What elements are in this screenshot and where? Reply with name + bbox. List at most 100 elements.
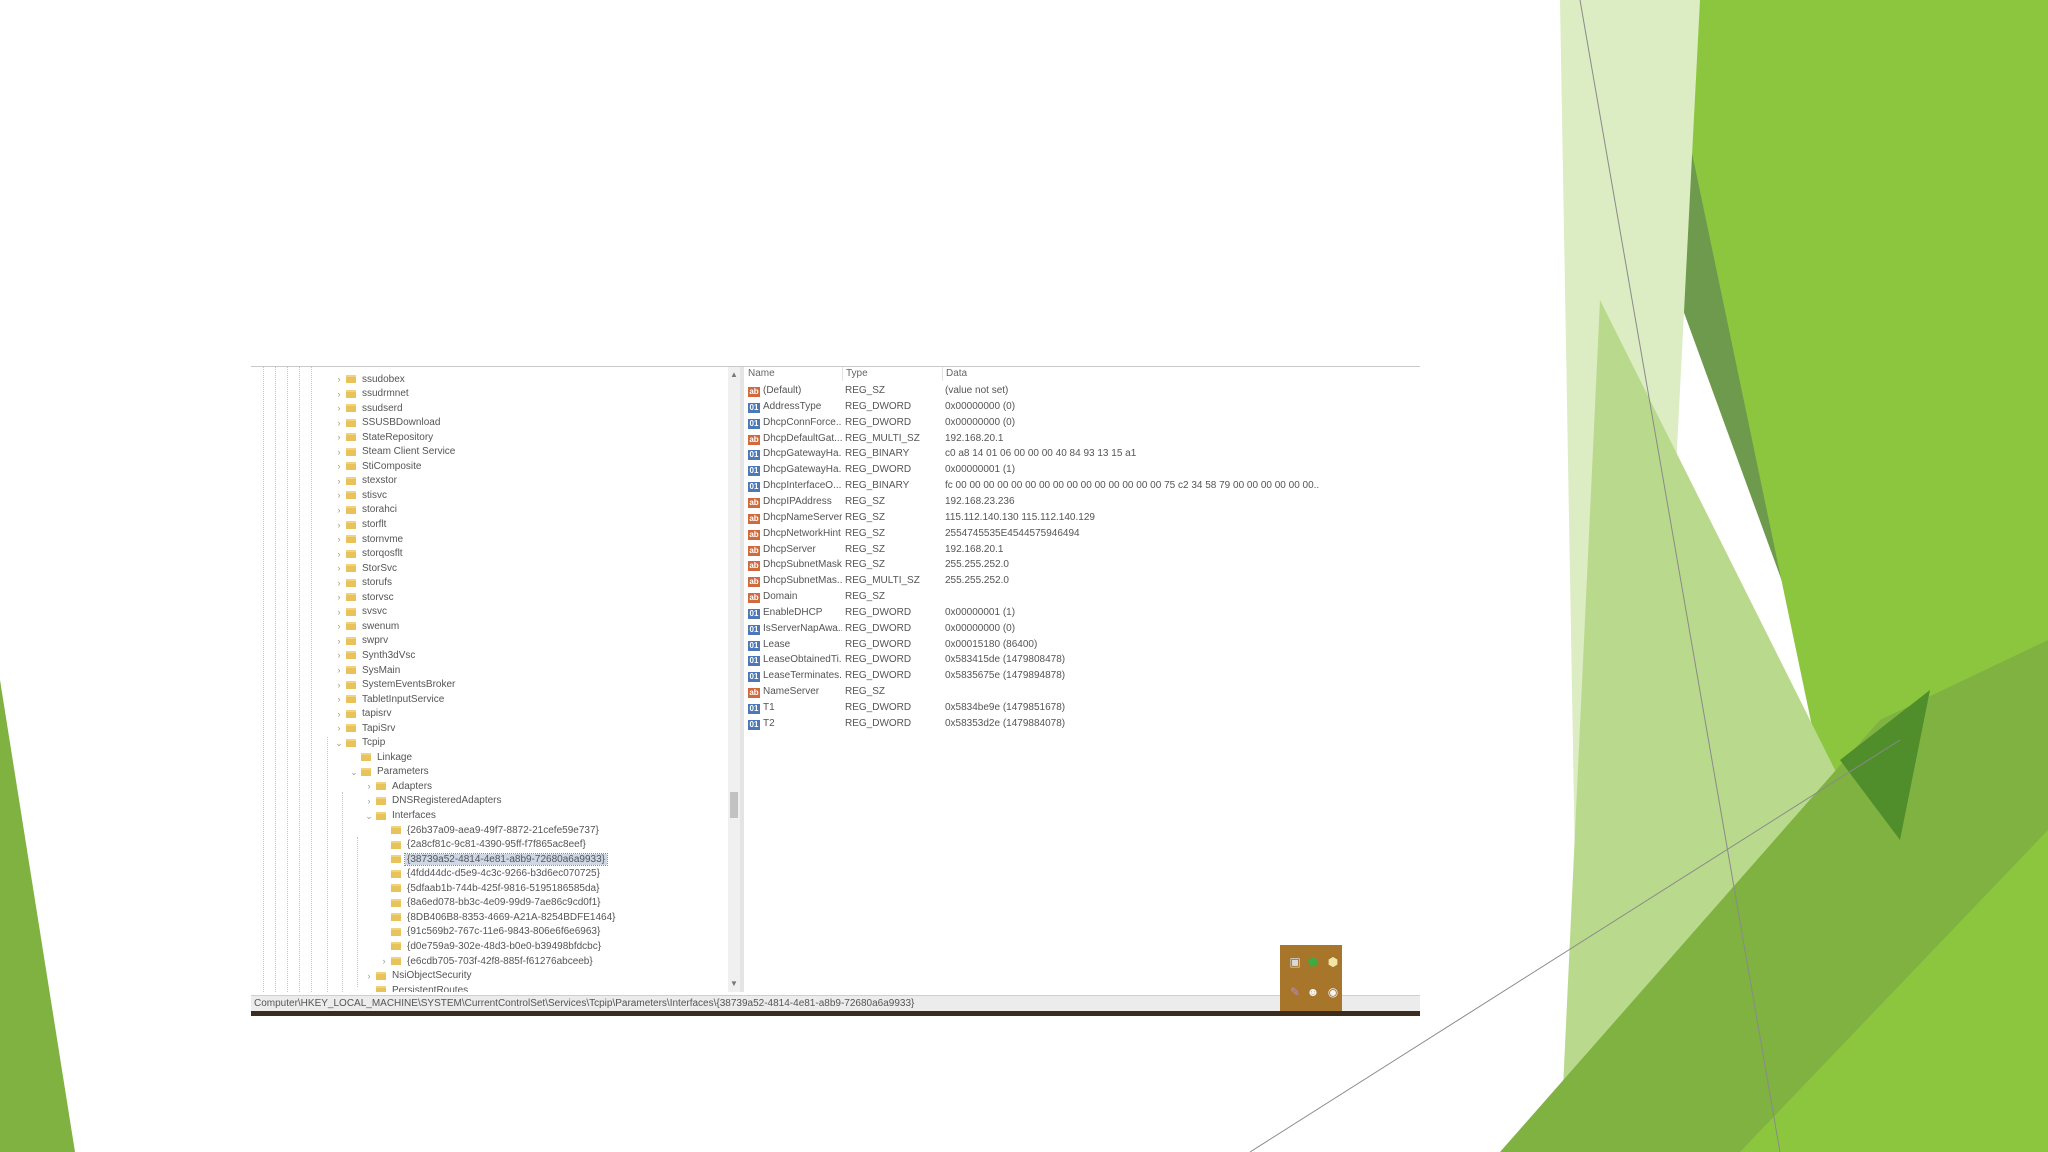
tree-item[interactable]: Linkage	[349, 750, 414, 764]
value-row[interactable]: 01 IsServerNapAwa... REG_DWORD 0x00000000 (…	[745, 621, 1420, 637]
tree-item[interactable]: › swenum	[334, 619, 401, 633]
scroll-down-arrow-icon[interactable]: ▼	[728, 978, 740, 990]
tree-item[interactable]: {2a8cf81c-9c81-4390-95ff-f7f865ac8eef}	[379, 838, 588, 852]
chevron-right-icon[interactable]: ›	[334, 518, 344, 532]
chevron-right-icon[interactable]: ›	[334, 503, 344, 517]
tree-item[interactable]: {8DB406B8-8353-4669-A21A-8254BDFE1464}	[379, 910, 618, 924]
value-row[interactable]: 01 LeaseTerminates... REG_DWORD 0x5835675e …	[745, 668, 1420, 684]
value-row[interactable]: ab DhcpServer REG_SZ 192.168.20.1	[745, 542, 1420, 558]
tree-scrollbar[interactable]: ▲ ▼	[728, 367, 740, 992]
chevron-right-icon[interactable]: ›	[334, 416, 344, 430]
value-row[interactable]: ab (Default) REG_SZ (value not set)	[745, 383, 1420, 399]
tree-item[interactable]: › {e6cdb705-703f-42f8-885f-f61276abceeb}	[379, 954, 595, 968]
chevron-down-icon[interactable]: ⌄	[349, 765, 359, 779]
value-row[interactable]: ab DhcpSubnetMask REG_SZ 255.255.252.0	[745, 557, 1420, 573]
chevron-right-icon[interactable]: ›	[334, 678, 344, 692]
value-row[interactable]: ab NameServer REG_SZ	[745, 684, 1420, 700]
chevron-right-icon[interactable]: ›	[334, 721, 344, 735]
chevron-right-icon[interactable]: ›	[334, 401, 344, 415]
tree-item[interactable]: {91c569b2-767c-11e6-9843-806e6f6e6963}	[379, 925, 602, 939]
tree-item[interactable]: {26b37a09-aea9-49f7-8872-21cefe59e737}	[379, 823, 601, 837]
pane-splitter[interactable]	[740, 367, 744, 992]
chevron-right-icon[interactable]: ›	[334, 707, 344, 721]
tree-item[interactable]: › NsiObjectSecurity	[364, 969, 473, 983]
value-row[interactable]: ab DhcpIPAddress REG_SZ 192.168.23.236	[745, 494, 1420, 510]
chevron-right-icon[interactable]: ›	[334, 445, 344, 459]
tree-item[interactable]: › SysMain	[334, 663, 402, 677]
pen-icon[interactable]: ✎	[1288, 985, 1302, 999]
chevron-right-icon[interactable]: ›	[334, 634, 344, 648]
value-row[interactable]: ab DhcpNetworkHint REG_SZ 2554745535E454457…	[745, 526, 1420, 542]
value-row[interactable]: 01 EnableDHCP REG_DWORD 0x00000001 (1)	[745, 605, 1420, 621]
column-header-name[interactable]: Name	[745, 367, 843, 381]
chevron-right-icon[interactable]: ›	[334, 532, 344, 546]
chevron-right-icon[interactable]: ›	[334, 663, 344, 677]
column-header-data[interactable]: Data	[943, 367, 1323, 381]
value-row[interactable]: 01 T1 REG_DWORD 0x5834be9e (1479851678)	[745, 700, 1420, 716]
shield-green-icon[interactable]: ⬟	[1306, 955, 1320, 969]
chevron-right-icon[interactable]: ›	[334, 387, 344, 401]
chevron-right-icon[interactable]: ›	[334, 459, 344, 473]
tree-item[interactable]: {4fdd44dc-d5e9-4c3c-9266-b3d6ec070725}	[379, 867, 602, 881]
scrollbar-thumb[interactable]	[730, 792, 738, 818]
scroll-up-arrow-icon[interactable]: ▲	[728, 369, 740, 381]
chevron-right-icon[interactable]: ›	[334, 692, 344, 706]
steam-icon[interactable]: ◉	[1326, 985, 1340, 999]
tree-item[interactable]: › Synth3dVsc	[334, 648, 417, 662]
value-row[interactable]: ab DhcpSubnetMas... REG_MULTI_SZ 255.255.25…	[745, 573, 1420, 589]
tree-item[interactable]: {38739a52-4814-4e81-a8b9-72680a6a9933}	[379, 852, 608, 866]
tree-item[interactable]: › SystemEventsBroker	[334, 678, 457, 692]
tree-item[interactable]: › stornvme	[334, 532, 405, 546]
value-row[interactable]: 01 LeaseObtainedTi... REG_DWORD 0x583415de …	[745, 652, 1420, 668]
chevron-right-icon[interactable]: ›	[334, 372, 344, 386]
tree-item[interactable]: ⌄ Interfaces	[364, 809, 438, 823]
value-row[interactable]: 01 DhcpGatewayHa... REG_DWORD 0x00000001 (1…	[745, 462, 1420, 478]
tree-item[interactable]: ⌄ Parameters	[349, 765, 431, 779]
tree-item[interactable]: › ssudrmnet	[334, 387, 411, 401]
chevron-right-icon[interactable]: ›	[334, 576, 344, 590]
tree-item[interactable]: {d0e759a9-302e-48d3-b0e0-b39498bfdcbc}	[379, 939, 603, 953]
tree-item[interactable]: › ssudserd	[334, 401, 405, 415]
chevron-right-icon[interactable]: ›	[334, 561, 344, 575]
chevron-right-icon[interactable]: ›	[334, 648, 344, 662]
tree-item[interactable]: {5dfaab1b-744b-425f-9816-5195186585da}	[379, 881, 601, 895]
value-row[interactable]: ab DhcpDefaultGat... REG_MULTI_SZ 192.168.2…	[745, 431, 1420, 447]
tree-item[interactable]: › stexstor	[334, 474, 399, 488]
tree-item[interactable]: › swprv	[334, 634, 390, 648]
tree-item[interactable]: › StateRepository	[334, 430, 435, 444]
tree-item[interactable]: › tapisrv	[334, 707, 393, 721]
chevron-right-icon[interactable]: ›	[334, 619, 344, 633]
value-row[interactable]: 01 AddressType REG_DWORD 0x00000000 (0)	[745, 399, 1420, 415]
chevron-right-icon[interactable]: ›	[364, 794, 374, 808]
chevron-right-icon[interactable]: ›	[334, 605, 344, 619]
chevron-right-icon[interactable]: ›	[334, 488, 344, 502]
tree-item[interactable]: › StorSvc	[334, 561, 399, 575]
tree-item[interactable]: › storahci	[334, 503, 399, 517]
shield-yellow-icon[interactable]: ⬢	[1326, 955, 1340, 969]
column-header-type[interactable]: Type	[843, 367, 943, 381]
chevron-right-icon[interactable]: ›	[364, 779, 374, 793]
tree-item[interactable]: › SSUSBDownload	[334, 416, 442, 430]
tree-item[interactable]: › storvsc	[334, 590, 396, 604]
value-row[interactable]: 01 T2 REG_DWORD 0x58353d2e (1479884078)	[745, 716, 1420, 732]
chevron-down-icon[interactable]: ⌄	[364, 809, 374, 823]
tree-item[interactable]: › Adapters	[364, 779, 434, 793]
chevron-right-icon[interactable]: ›	[334, 590, 344, 604]
tree-item[interactable]: › TabletInputService	[334, 692, 446, 706]
tree-item[interactable]: › storflt	[334, 518, 388, 532]
value-row[interactable]: 01 DhcpInterfaceO... REG_BINARY fc 00 00 00…	[745, 478, 1420, 494]
chevron-down-icon[interactable]: ⌄	[334, 736, 344, 750]
value-row[interactable]: ab Domain REG_SZ	[745, 589, 1420, 605]
tree-item[interactable]: › TapiSrv	[334, 721, 397, 735]
tree-item[interactable]: {8a6ed078-bb3c-4e09-99d9-7ae86c9cd0f1}	[379, 896, 603, 910]
chevron-right-icon[interactable]: ›	[364, 969, 374, 983]
value-row[interactable]: ab DhcpNameServer REG_SZ 115.112.140.130 11…	[745, 510, 1420, 526]
tree-item[interactable]: ⌄ Tcpip	[334, 736, 387, 750]
chevron-right-icon[interactable]: ›	[334, 474, 344, 488]
tree-item[interactable]: › storqosflt	[334, 547, 405, 561]
chevron-right-icon[interactable]: ›	[379, 954, 389, 968]
tree-item[interactable]: › StiComposite	[334, 459, 423, 473]
tree-item[interactable]: › ssudobex	[334, 372, 407, 386]
tree-item[interactable]: › DNSRegisteredAdapters	[364, 794, 504, 808]
tree-item[interactable]: PersistentRoutes	[364, 983, 470, 992]
